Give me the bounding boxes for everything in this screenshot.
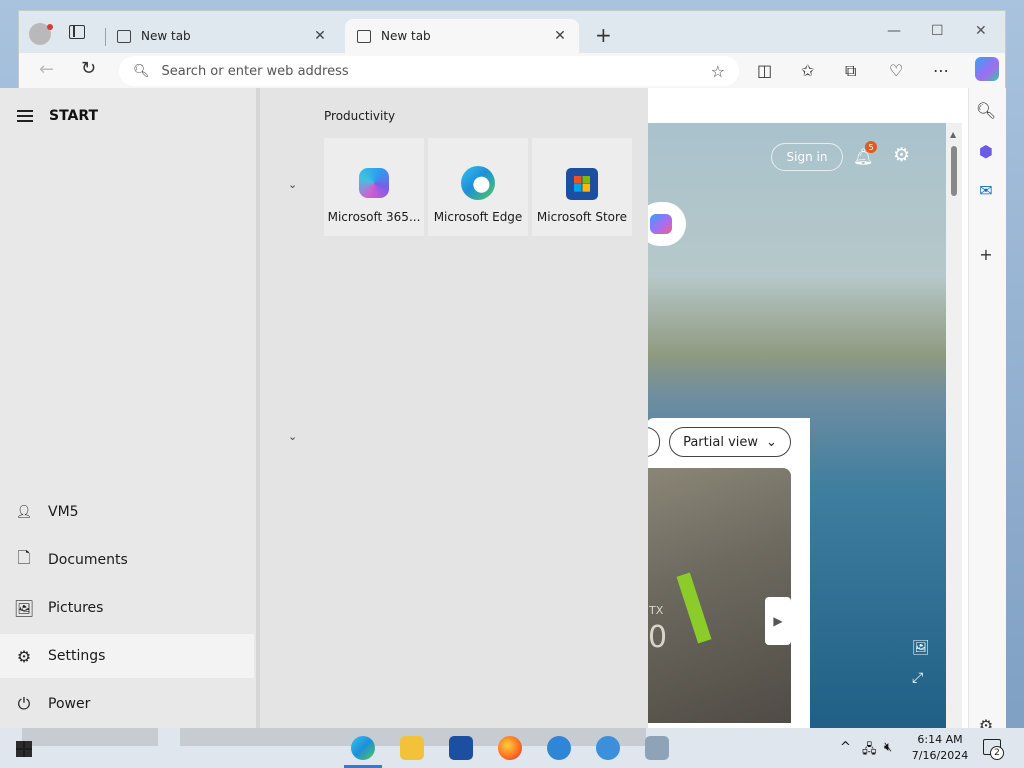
feed-next-arrow-icon[interactable]: ▶ bbox=[765, 597, 791, 645]
windows-start-icon[interactable] bbox=[16, 741, 32, 757]
sign-in-button[interactable]: Sign in bbox=[771, 143, 843, 171]
gear-icon: ⚙ bbox=[16, 646, 32, 666]
start-item-power[interactable]: ⏻ Power bbox=[0, 682, 254, 726]
more-options-icon[interactable]: ⋯ bbox=[933, 61, 949, 80]
partial-view-label: Partial view bbox=[683, 434, 758, 450]
notification-badge: 5 bbox=[865, 141, 877, 153]
taskbar-app-icon[interactable] bbox=[645, 736, 669, 760]
start-menu-left-pane bbox=[0, 88, 256, 728]
start-item-label: Settings bbox=[48, 648, 106, 664]
sidebar-add-icon[interactable]: + bbox=[974, 245, 998, 264]
page-scrollbar[interactable] bbox=[946, 123, 962, 733]
feed-card-image[interactable] bbox=[646, 468, 791, 723]
image-info-icon[interactable]: 🖼︎ bbox=[912, 640, 930, 656]
minimize-icon[interactable]: — bbox=[887, 23, 901, 39]
chevron-down-icon: ⌄ bbox=[766, 434, 777, 450]
start-item-label: Pictures bbox=[48, 600, 104, 616]
sidebar-search-icon[interactable]: 🔍︎ bbox=[974, 101, 998, 120]
taskbar-file-explorer-icon[interactable] bbox=[400, 736, 424, 760]
collections-icon[interactable]: ⧉ bbox=[845, 61, 856, 81]
scroll-up-arrow-icon[interactable]: ▲ bbox=[950, 130, 956, 139]
start-item-label: VM5 bbox=[48, 504, 79, 520]
scrollbar-thumb[interactable] bbox=[951, 146, 957, 196]
page-settings-gear-icon[interactable]: ⚙ bbox=[893, 144, 910, 166]
clock-time: 6:14 AM bbox=[917, 733, 963, 746]
group-collapse-chevron-icon[interactable]: ⌄ bbox=[288, 178, 297, 191]
tile-group-title: Productivity bbox=[324, 109, 396, 123]
taskbar-edge-icon[interactable] bbox=[351, 736, 375, 760]
start-item-settings[interactable]: ⚙ Settings bbox=[0, 634, 254, 678]
favorites-icon[interactable]: ✩ bbox=[801, 61, 814, 80]
taskbar-store-icon[interactable] bbox=[449, 736, 473, 760]
tab-title: New tab bbox=[141, 29, 191, 43]
pictures-icon: 🖼︎ bbox=[13, 598, 35, 618]
start-menu-title: START bbox=[49, 108, 99, 124]
close-window-icon[interactable]: ✕ bbox=[975, 23, 987, 39]
address-bar[interactable]: 🔍︎ ☆ bbox=[119, 56, 739, 86]
group-collapse-chevron-icon[interactable]: ⌄ bbox=[288, 430, 297, 443]
document-icon: 🗋 bbox=[17, 547, 31, 567]
taskbar-clock[interactable]: 6:14 AM 7/16/2024 bbox=[905, 732, 975, 764]
tile-label: Microsoft 365... bbox=[327, 210, 421, 224]
address-input[interactable] bbox=[161, 63, 711, 79]
search-icon: 🔍︎ bbox=[133, 63, 150, 79]
tab-close-icon[interactable]: ✕ bbox=[313, 28, 327, 44]
partial-view-dropdown[interactable]: Partial view ⌄ bbox=[669, 427, 791, 457]
browser-essentials-icon[interactable]: ♡ bbox=[889, 61, 903, 80]
tab-actions-icon[interactable] bbox=[69, 25, 85, 39]
tab-close-icon[interactable]: ✕ bbox=[553, 28, 567, 44]
profile-alert-dot bbox=[47, 24, 53, 30]
microsoft-365-icon bbox=[359, 168, 389, 198]
start-item-pictures[interactable]: 🖼︎ Pictures bbox=[0, 586, 254, 630]
tile-label: Microsoft Edge bbox=[433, 210, 523, 224]
network-icon[interactable]: 🖧 bbox=[862, 740, 877, 762]
start-item-label: Documents bbox=[48, 552, 128, 568]
start-item-label: Power bbox=[48, 696, 91, 712]
feed-card-gpu-text: TX bbox=[649, 604, 664, 617]
tile-microsoft-365[interactable]: Microsoft 365... bbox=[324, 138, 424, 236]
taskbar-chrome-app-icon-2[interactable] bbox=[596, 736, 620, 760]
taskbar-chrome-app-icon[interactable] bbox=[547, 736, 571, 760]
browser-toolbar: ← ↻ 🔍︎ ☆ ◫ ✩ ⧉ ♡ ⋯ bbox=[19, 53, 1005, 89]
taskbar-firefox-icon[interactable] bbox=[498, 736, 522, 760]
tab-page-icon bbox=[117, 29, 131, 43]
tray-overflow-chevron-icon[interactable]: ^ bbox=[840, 740, 851, 755]
feed-card-gpu-number: 0 bbox=[648, 620, 668, 655]
tile-microsoft-edge[interactable]: Microsoft Edge bbox=[428, 138, 528, 236]
tab-1[interactable]: New tab ✕ bbox=[105, 19, 339, 53]
power-icon: ⏻ bbox=[17, 694, 31, 713]
start-item-documents[interactable]: 🗋 Documents bbox=[0, 538, 254, 582]
refresh-icon[interactable]: ↻ bbox=[81, 58, 96, 79]
start-menu-hamburger-icon[interactable] bbox=[17, 110, 33, 122]
clock-date: 7/16/2024 bbox=[911, 749, 969, 762]
tab-page-icon bbox=[357, 29, 371, 43]
copilot-icon[interactable] bbox=[975, 57, 999, 81]
tile-microsoft-store[interactable]: Microsoft Store bbox=[532, 138, 632, 236]
tab-2-active[interactable]: New tab ✕ bbox=[345, 19, 579, 53]
notification-count-badge: 2 bbox=[990, 746, 1004, 760]
tab-title: New tab bbox=[381, 29, 431, 43]
back-arrow-icon[interactable]: ← bbox=[39, 59, 54, 80]
user-icon: 👤︎ bbox=[15, 504, 33, 520]
tab-strip: New tab ✕ New tab ✕ + — ☐ ✕ bbox=[19, 11, 1005, 53]
taskbar-thumbnail-strip bbox=[22, 728, 158, 746]
edge-icon bbox=[461, 166, 495, 200]
store-icon bbox=[566, 168, 598, 200]
sidebar-copilot-icon[interactable]: ⬢ bbox=[974, 142, 998, 161]
maximize-icon[interactable]: ☐ bbox=[931, 23, 944, 39]
split-screen-icon[interactable]: ◫ bbox=[757, 61, 772, 80]
new-tab-plus-icon[interactable]: + bbox=[595, 23, 612, 47]
expand-icon[interactable]: ⤢ bbox=[912, 670, 923, 686]
sidebar-outlook-icon[interactable]: ✉ bbox=[974, 181, 998, 200]
start-item-user[interactable]: 👤︎ VM5 bbox=[0, 490, 254, 534]
volume-muted-icon[interactable]: 🔇︎ bbox=[884, 740, 892, 755]
favorite-star-icon[interactable]: ☆ bbox=[711, 62, 725, 81]
tile-label: Microsoft Store bbox=[536, 210, 628, 224]
